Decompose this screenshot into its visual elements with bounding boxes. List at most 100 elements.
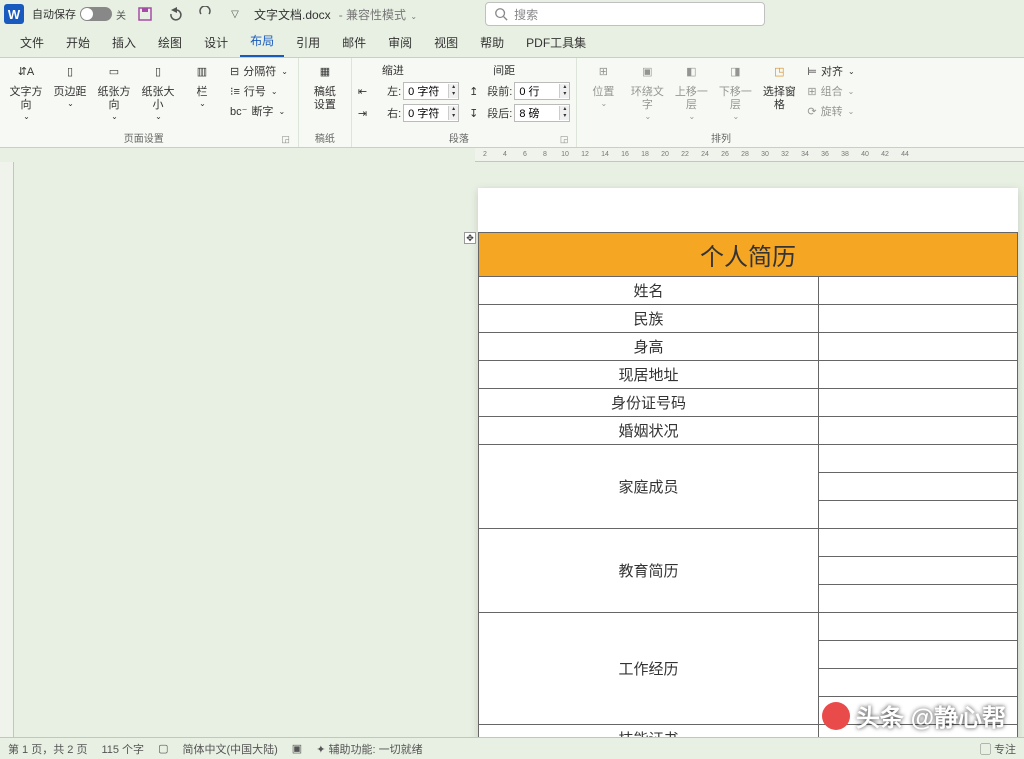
page-size-button[interactable]: ▯纸张大小⌄ [138, 62, 178, 122]
breaks-button[interactable]: ⊟分隔符⌄ [226, 62, 292, 80]
search-icon [494, 7, 508, 21]
tab-绘图[interactable]: 绘图 [148, 28, 192, 57]
table-row-value[interactable] [819, 697, 1018, 725]
table-row-label[interactable]: 婚姻状况 [479, 417, 819, 445]
send-backward-icon: ◨ [724, 62, 746, 84]
tab-开始[interactable]: 开始 [56, 28, 100, 57]
autosave-label: 自动保存 [32, 6, 76, 22]
search-placeholder: 搜索 [514, 6, 538, 23]
table-row-label[interactable]: 姓名 [479, 277, 819, 305]
status-spellcheck-icon[interactable]: ▢ [158, 742, 168, 755]
qat-customize-button[interactable]: ▽ [224, 3, 246, 25]
vertical-ruler[interactable] [0, 162, 14, 737]
group-label-arrange: 排列 [711, 128, 731, 145]
table-row-value[interactable] [819, 305, 1018, 333]
rotate-icon: ⟳ [807, 105, 816, 118]
table-row-label[interactable]: 工作经历 [479, 613, 819, 725]
table-row-value[interactable] [819, 445, 1018, 473]
tab-PDF工具集[interactable]: PDF工具集 [516, 28, 596, 57]
tab-审阅[interactable]: 审阅 [378, 28, 422, 57]
tab-引用[interactable]: 引用 [286, 28, 330, 57]
paragraph-launcher[interactable]: ◲ [560, 134, 569, 145]
space-before-input[interactable]: ▴▾ [514, 82, 570, 100]
focus-mode-button[interactable]: ▢ 专注 [980, 741, 1016, 757]
table-row-value[interactable] [819, 473, 1018, 501]
table-row-label[interactable]: 现居地址 [479, 361, 819, 389]
line-numbers-icon: ⁝≡ [230, 85, 240, 98]
status-language[interactable]: 简体中文(中国大陆) [182, 741, 277, 757]
orientation-icon: ▭ [103, 62, 125, 84]
space-after-icon: ↧ [469, 107, 478, 120]
status-page[interactable]: 第 1 页，共 2 页 [8, 741, 87, 757]
table-row-value[interactable] [819, 361, 1018, 389]
margins-button[interactable]: ▯页边距⌄ [50, 62, 90, 109]
line-numbers-button[interactable]: ⁝≡行号⌄ [226, 82, 292, 100]
document-page[interactable]: ✥ 个人简历姓名民族身高现居地址身份证号码婚姻状况家庭成员教育简历工作经历技能证… [478, 188, 1018, 737]
columns-icon: ▥ [191, 62, 213, 84]
table-row-value[interactable] [819, 333, 1018, 361]
indent-right-input[interactable]: ▴▾ [403, 104, 459, 122]
tab-帮助[interactable]: 帮助 [470, 28, 514, 57]
table-row-value[interactable] [819, 529, 1018, 557]
tab-布局[interactable]: 布局 [240, 26, 284, 57]
table-row-value[interactable] [819, 501, 1018, 529]
status-bar: 第 1 页，共 2 页 115 个字 ▢ 简体中文(中国大陆) ▣ ✦ 辅助功能… [0, 737, 1024, 759]
indent-left-input[interactable]: ▴▾ [403, 82, 459, 100]
space-after-label: 段后: [480, 105, 512, 121]
group-paragraph: 缩进 ⇤左: ▴▾ ⇥右: ▴▾ 间距 ↥段前: ▴▾ ↧段后: ▴▾ 段落 ◲ [352, 58, 577, 147]
save-button[interactable] [134, 3, 156, 25]
text-direction-icon: ⇵A [15, 62, 37, 84]
hyphenation-button[interactable]: bc⁻断字⌄ [226, 102, 292, 120]
table-row-label[interactable]: 身高 [479, 333, 819, 361]
status-word-count[interactable]: 115 个字 [101, 741, 144, 757]
status-accessibility[interactable]: ✦ 辅助功能: 一切就绪 [316, 741, 422, 757]
tab-视图[interactable]: 视图 [424, 28, 468, 57]
resume-title[interactable]: 个人简历 [479, 233, 1018, 277]
group-icon: ⊞ [807, 85, 816, 98]
columns-button[interactable]: ▥栏⌄ [182, 62, 222, 109]
space-after-input[interactable]: ▴▾ [514, 104, 570, 122]
undo-button[interactable] [164, 3, 186, 25]
bring-forward-icon: ◧ [680, 62, 702, 84]
tab-设计[interactable]: 设计 [194, 28, 238, 57]
page-setup-launcher[interactable]: ◲ [281, 134, 290, 145]
bring-forward-button: ◧上移一层⌄ [671, 62, 711, 122]
selection-pane-button[interactable]: ◳选择窗格 [759, 62, 799, 112]
table-row-value[interactable] [819, 669, 1018, 697]
table-row-label[interactable]: 技能证书 [479, 725, 819, 738]
tab-文件[interactable]: 文件 [10, 28, 54, 57]
orientation-button[interactable]: ▭纸张方向⌄ [94, 62, 134, 122]
horizontal-ruler[interactable]: 2468101214161820222426283032343638404244 [475, 148, 1024, 162]
indent-left-icon: ⇤ [358, 85, 367, 98]
indent-left-label: 左: [369, 83, 401, 99]
autosave-toggle[interactable]: 自动保存 关 [32, 6, 126, 22]
tab-邮件[interactable]: 邮件 [332, 28, 376, 57]
text-direction-button[interactable]: ⇵A文字方向⌄ [6, 62, 46, 122]
indent-right-label: 右: [369, 105, 401, 121]
table-row-value[interactable] [819, 641, 1018, 669]
selection-pane-icon: ◳ [768, 62, 790, 84]
table-row-value[interactable] [819, 389, 1018, 417]
search-input[interactable]: 搜索 [485, 2, 765, 26]
position-button: ⊞位置⌄ [583, 62, 623, 109]
table-row-value[interactable] [819, 585, 1018, 613]
table-row-value[interactable] [819, 557, 1018, 585]
tab-插入[interactable]: 插入 [102, 28, 146, 57]
resume-table[interactable]: 个人简历姓名民族身高现居地址身份证号码婚姻状况家庭成员教育简历工作经历技能证书 [478, 232, 1018, 737]
table-row-value[interactable] [819, 725, 1018, 738]
table-row-value[interactable] [819, 613, 1018, 641]
table-row-value[interactable] [819, 277, 1018, 305]
align-button[interactable]: ⊨对齐⌄ [803, 62, 858, 80]
table-row-label[interactable]: 身份证号码 [479, 389, 819, 417]
workspace: 2468101214161820222426283032343638404244… [0, 148, 1024, 737]
redo-button[interactable] [194, 3, 216, 25]
table-row-label[interactable]: 教育简历 [479, 529, 819, 613]
table-row-label[interactable]: 民族 [479, 305, 819, 333]
status-macro-icon[interactable]: ▣ [292, 742, 302, 755]
table-row-value[interactable] [819, 417, 1018, 445]
document-name: 文字文档.docx [254, 6, 331, 23]
table-move-handle[interactable]: ✥ [464, 232, 476, 244]
compat-mode-label[interactable]: - 兼容性模式 ⌄ [339, 6, 417, 23]
draft-settings-button[interactable]: ▦稿纸 设置 [305, 62, 345, 112]
table-row-label[interactable]: 家庭成员 [479, 445, 819, 529]
